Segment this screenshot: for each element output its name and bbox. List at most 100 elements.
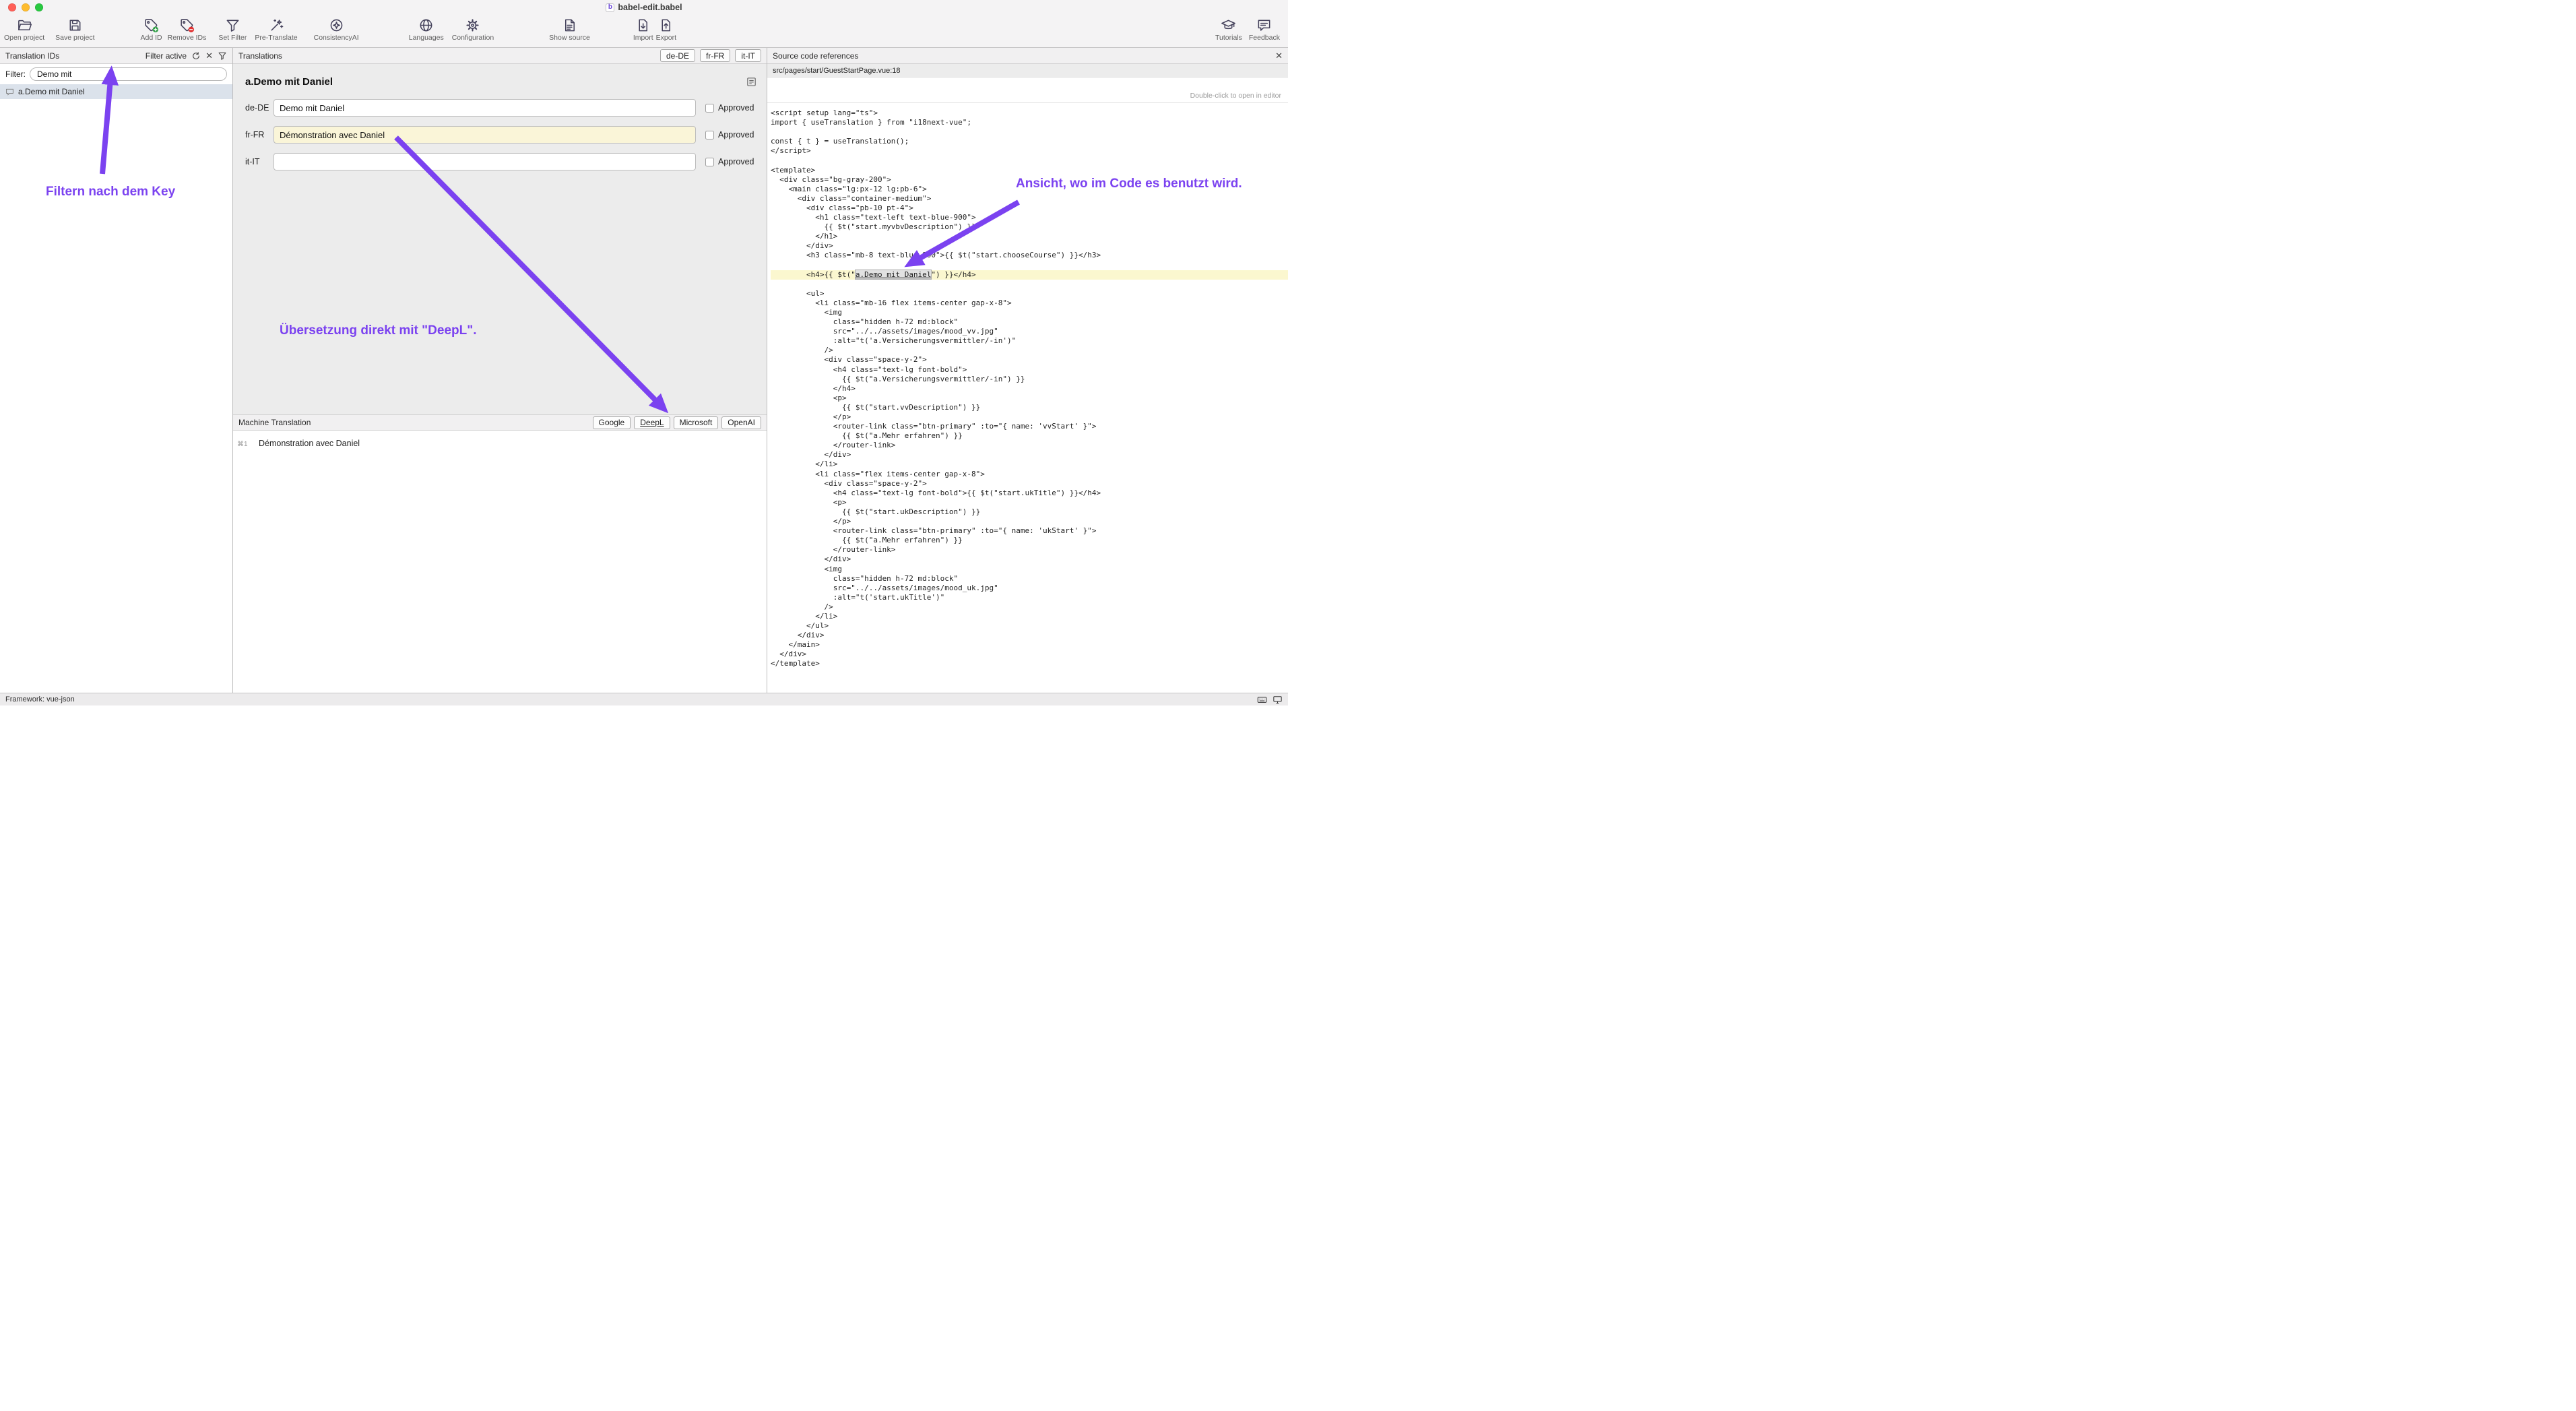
mt-suggestion-row[interactable]: ⌘1 Démonstration avec Daniel (237, 439, 767, 448)
code-line: </router-link> (771, 441, 1288, 450)
save-project-button[interactable]: Save project (55, 18, 94, 42)
code-line: class="hidden h-72 md:block" (771, 317, 1288, 327)
filter-funnel-icon[interactable] (218, 51, 227, 61)
code-line: class="hidden h-72 md:block" (771, 574, 1288, 584)
ai-sparkle-icon (329, 18, 344, 33)
pre-translate-button[interactable]: Pre-Translate (255, 18, 297, 42)
provider-openai-button[interactable]: OpenAI (721, 416, 761, 429)
globe-icon (418, 18, 434, 33)
funnel-icon (225, 18, 240, 33)
code-line: {{ $t("start.ukDescription") }} (771, 507, 1288, 517)
clear-filter-icon[interactable]: ✕ (205, 51, 213, 60)
configuration-button[interactable]: Configuration (452, 18, 494, 42)
mt-suggestion-text: Démonstration avec Daniel (259, 439, 360, 448)
provider-microsoft-button[interactable]: Microsoft (674, 416, 719, 429)
approved-label: Approved (718, 157, 754, 166)
provider-deepl-button[interactable]: DeepL (634, 416, 670, 429)
code-listing: <script setup lang="ts">import { useTran… (767, 103, 1288, 693)
open-project-button[interactable]: Open project (4, 18, 44, 42)
code-line: src="../../assets/images/mood_vv.jpg" (771, 327, 1288, 336)
framework-label: Framework: vue-json (5, 695, 75, 703)
translation-id-list-item[interactable]: a.Demo mit Daniel (0, 84, 232, 99)
code-line: <img (771, 565, 1288, 574)
approved-checkbox-it-IT[interactable] (705, 158, 714, 166)
tool-label: Remove IDs (168, 34, 207, 42)
highlighted-translation-key: a.Demo mit Daniel (856, 270, 932, 279)
export-button[interactable]: Export (656, 18, 676, 42)
code-line: </div> (771, 555, 1288, 564)
translation-ids-header: Translation IDs Filter active ✕ (0, 48, 232, 64)
code-line: <li class="flex items-center gap-x-8"> (771, 470, 1288, 479)
language-tab-it-IT[interactable]: it-IT (735, 49, 761, 62)
code-line: <h1 class="text-left text-blue-900"> (771, 213, 1288, 222)
translation-input-it-IT[interactable] (273, 153, 696, 170)
tool-label: Show source (549, 34, 590, 42)
set-filter-button[interactable]: Set Filter (218, 18, 247, 42)
languages-button[interactable]: Languages (409, 18, 444, 42)
provider-google-button[interactable]: Google (593, 416, 631, 429)
keyboard-icon[interactable] (1257, 695, 1267, 704)
tool-label: Configuration (452, 34, 494, 42)
approved-label: Approved (718, 103, 754, 113)
language-tab-fr-FR[interactable]: fr-FR (700, 49, 730, 62)
tutorials-button[interactable]: Tutorials (1215, 18, 1242, 42)
code-line: <p> (771, 498, 1288, 507)
source-references-header: Source code references ✕ (767, 48, 1288, 64)
code-line: </div> (771, 450, 1288, 460)
source-reference-path: src/pages/start/GuestStartPage.vue:18 (773, 67, 901, 75)
close-panel-icon[interactable]: ✕ (1275, 51, 1283, 60)
machine-translation-header: Machine Translation Google DeepL Microso… (233, 414, 767, 431)
filter-input[interactable] (30, 67, 227, 81)
export-icon (658, 18, 674, 33)
tool-label: Languages (409, 34, 444, 42)
tool-label: Add ID (141, 34, 162, 42)
tool-label: Pre-Translate (255, 34, 297, 42)
refresh-filter-icon[interactable] (191, 51, 201, 61)
filter-row: Filter: (0, 64, 232, 84)
babeledit-window: b babel-edit.babel Open project Save pro… (0, 0, 1288, 706)
code-line: </li> (771, 460, 1288, 469)
code-line: <div class="pb-10 pt-4"> (771, 203, 1288, 213)
code-line: <div class="container-medium"> (771, 194, 1288, 203)
code-line: <ul> (771, 289, 1288, 299)
add-id-button[interactable]: Add ID (141, 18, 162, 42)
translation-input-fr-FR[interactable] (273, 126, 696, 144)
show-source-button[interactable]: Show source (549, 18, 590, 42)
tool-label: Feedback (1249, 34, 1280, 42)
entry-comment-icon[interactable] (746, 76, 757, 88)
code-line: <template> (771, 166, 1288, 175)
approved-checkbox-de-DE[interactable] (705, 104, 714, 113)
tool-label: Save project (55, 34, 94, 42)
code-line: </div> (771, 650, 1288, 659)
code-line: </h4> (771, 384, 1288, 394)
code-line: {{ $t("a.Mehr erfahren") }} (771, 536, 1288, 545)
code-line: </router-link> (771, 545, 1288, 555)
tool-label: Tutorials (1215, 34, 1242, 42)
consistency-ai-button[interactable]: ConsistencyAI (314, 18, 359, 42)
language-tab-de-DE[interactable]: de-DE (660, 49, 695, 62)
entry-key-title: a.Demo mit Daniel (245, 76, 333, 88)
mt-shortcut-badge: ⌘1 (237, 441, 252, 448)
code-line (771, 280, 1288, 289)
code-line (771, 127, 1288, 137)
translations-panel: Translations de-DE fr-FR it-IT a.Demo mi… (233, 48, 767, 693)
language-label: de-DE (245, 103, 273, 113)
code-line: <h4>{{ $t("a.Demo mit Daniel") }}</h4> (771, 270, 1288, 280)
source-reference-item[interactable]: src/pages/start/GuestStartPage.vue:18 (767, 64, 1288, 77)
code-line (771, 156, 1288, 165)
language-label: fr-FR (245, 130, 273, 139)
approved-checkbox-fr-FR[interactable] (705, 131, 714, 139)
source-references-panel: Source code references ✕ src/pages/start… (767, 48, 1288, 693)
remove-ids-button[interactable]: Remove IDs (168, 18, 207, 42)
display-icon[interactable] (1273, 695, 1283, 704)
translation-row: de-DE Approved (245, 99, 767, 117)
feedback-button[interactable]: Feedback (1249, 18, 1280, 42)
code-line: {{ $t("a.Versicherungsvermittler/-in") }… (771, 375, 1288, 384)
status-bar: Framework: vue-json (0, 693, 1288, 706)
editor-hint: Double-click to open in editor (767, 77, 1288, 103)
import-button[interactable]: Import (633, 18, 653, 42)
gear-icon (465, 18, 480, 33)
filter-active-label: Filter active (146, 51, 187, 61)
translation-input-de-DE[interactable] (273, 99, 696, 117)
tool-label: Open project (4, 34, 44, 42)
